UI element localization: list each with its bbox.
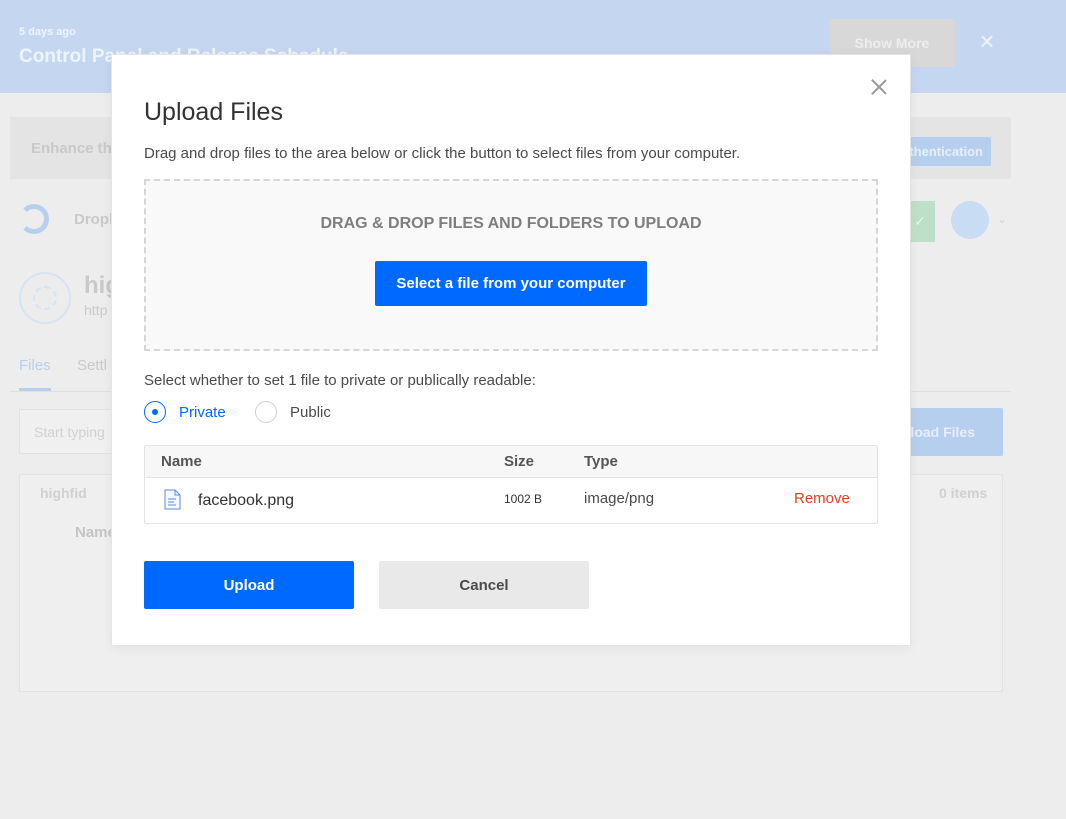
file-name: facebook.png [198,492,295,509]
column-header-name[interactable]: Name [75,524,116,541]
folder-breadcrumb[interactable]: highfid [40,485,87,501]
file-icon [164,489,181,510]
close-icon[interactable] [869,77,889,97]
file-type: image/png [584,490,655,507]
filter-input[interactable]: Start typing [19,409,119,454]
space-url[interactable]: http [84,302,107,318]
modal-subtitle: Drag and drop files to the area below or… [144,145,741,162]
announcement-timestamp: 5 days ago [19,26,76,38]
security-promo-text: Enhance th [31,140,112,157]
chevron-down-icon[interactable]: ⌄ [997,212,1007,226]
cancel-button[interactable]: Cancel [379,561,589,609]
avatar[interactable] [951,201,989,239]
file-size: 1002 B [504,492,543,506]
item-count: 0 items [939,485,988,501]
space-avatar-icon [33,286,57,310]
upload-button[interactable]: Upload [144,561,354,609]
remove-file-link[interactable]: Remove [794,490,850,507]
private-radio-label[interactable]: Private [179,404,226,421]
select-file-button[interactable]: Select a file from your computer [375,261,647,306]
private-radio[interactable] [144,401,166,423]
column-header-type: Type [584,453,618,470]
tab-settings[interactable]: Settl [77,357,107,374]
public-radio[interactable] [255,401,277,423]
privacy-prompt: Select whether to set 1 file to private … [144,372,536,389]
tab-files[interactable]: Files [19,357,51,374]
nav-item[interactable]: Dropl [74,211,113,228]
drop-zone-title: DRAG & DROP FILES AND FOLDERS TO UPLOAD [320,215,702,232]
close-icon[interactable]: × [976,28,998,54]
brand-logo-icon[interactable] [19,204,49,234]
radio-selected-dot [152,409,158,415]
public-radio-label[interactable]: Public [290,404,331,421]
column-header-name: Name [161,453,202,470]
column-header-size: Size [504,453,535,470]
modal-title: Upload Files [144,98,283,126]
